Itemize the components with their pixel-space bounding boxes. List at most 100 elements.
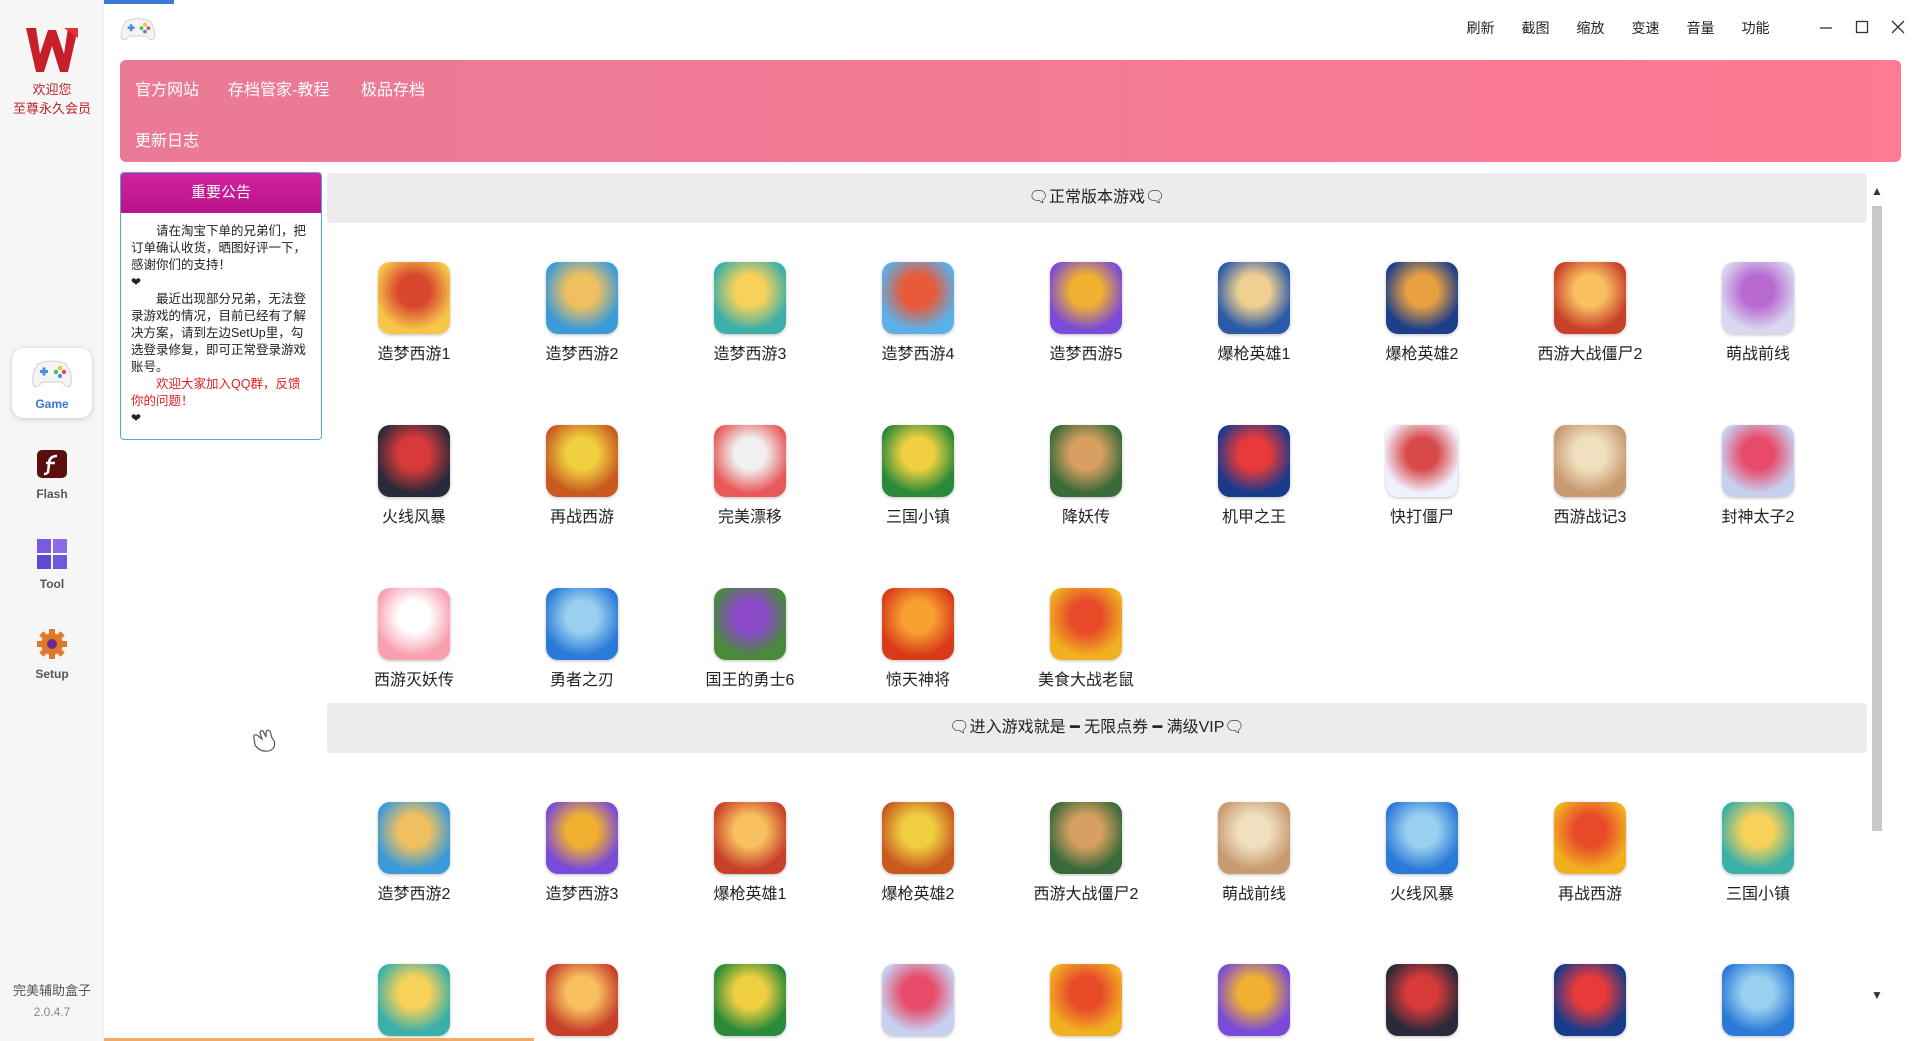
game-icon [882,588,954,660]
game-tile[interactable]: 爆枪英雄2 [1347,262,1497,364]
game-name: 造梦西游4 [881,346,955,363]
game-tile[interactable]: 萌战前线 [1683,262,1833,364]
game-tile[interactable] [507,964,657,1036]
game-tile[interactable] [1179,964,1329,1036]
game-tile[interactable]: 造梦西游1 [339,262,489,364]
game-icon [546,588,618,660]
hand-cursor-icon [253,729,276,752]
game-icon [1554,425,1626,497]
game-name: 爆枪英雄1 [713,886,787,903]
nav-tool[interactable]: Tool [0,530,104,600]
game-tile[interactable]: 造梦西游2 [339,802,489,904]
game-icon [378,425,450,497]
scrollbar-thumb[interactable] [1872,206,1882,831]
game-tile[interactable]: 爆枪英雄2 [843,802,993,904]
game-tile[interactable]: 爆枪英雄1 [675,802,825,904]
premium-saves-link[interactable]: 极品存档 [361,76,425,100]
game-icon [882,802,954,874]
welcome-text: 欢迎您 至尊永久会员 [0,80,104,118]
announcement-paragraph: 请在淘宝下单的兄弟们，把订单确认收货，晒图好评一下，感谢你们的支持！ [131,224,307,272]
game-tile[interactable] [843,964,993,1036]
game-tile[interactable]: 快打僵尸 [1347,425,1497,527]
game-icon [1218,964,1290,1036]
game-tile[interactable]: 机甲之王 [1179,425,1329,527]
app-logo [26,28,78,72]
game-tile[interactable]: 三国小镇 [1683,802,1833,904]
app-version: 2.0.4.7 [33,1005,71,1019]
changelog-link[interactable]: 更新日志 [135,127,199,151]
game-tile[interactable]: 造梦西游3 [675,262,825,364]
left-sidebar: 欢迎您 至尊永久会员 Game Flash Tool Setup 完美辅助盒子 … [0,0,104,1041]
game-tile[interactable]: 惊天神将 [843,588,993,690]
scroll-up-icon[interactable]: ▲ [1869,184,1885,200]
nav-game[interactable]: Game [0,348,104,418]
flash-icon [37,450,67,478]
game-tile[interactable]: 西游战记3 [1515,425,1665,527]
game-tile[interactable] [1683,964,1833,1036]
screenshot-button[interactable]: 截图 [1508,18,1563,38]
game-tile[interactable]: 降妖传 [1011,425,1161,527]
game-name: 快打僵尸 [1389,509,1454,526]
game-tile[interactable]: 造梦西游3 [507,802,657,904]
nav-setup[interactable]: Setup [0,620,104,690]
game-tile[interactable] [1347,964,1497,1036]
save-manager-tutorial-link[interactable]: 存档管家-教程 [228,76,329,100]
game-name: 完美漂移 [717,509,782,526]
game-tile[interactable] [675,964,825,1036]
game-tile[interactable] [1515,964,1665,1036]
refresh-button[interactable]: 刷新 [1453,18,1508,38]
game-tile[interactable]: 萌战前线 [1179,802,1329,904]
game-tile[interactable]: 造梦西游4 [843,262,993,364]
toolbar: 刷新 截图 缩放 变速 音量 功能 [1453,18,1783,38]
game-tile[interactable]: 西游灭妖传 [339,588,489,690]
zoom-button[interactable]: 缩放 [1563,18,1618,38]
game-icon [546,262,618,334]
nav-flash[interactable]: Flash [0,440,104,510]
game-tile[interactable]: 爆枪英雄1 [1179,262,1329,364]
game-tile[interactable]: 勇者之刃 [507,588,657,690]
game-icon [546,964,618,1036]
section-title: 进入游戏就是 ━ 无限点券 ━ 满级VIP [969,719,1225,736]
game-name: 惊天神将 [885,672,950,689]
game-icon [546,802,618,874]
game-tile[interactable]: 造梦西游5 [1011,262,1161,364]
official-site-link[interactable]: 官方网站 [135,76,199,100]
gamepad-icon[interactable] [118,16,158,42]
game-tile[interactable]: 再战西游 [1515,802,1665,904]
nav-label: Flash [36,487,68,501]
scrollbar[interactable]: ▲ ▼ [1868,176,1884,1014]
minimize-button[interactable] [1811,14,1841,40]
nav-label: Game [35,397,69,411]
game-tile[interactable]: 西游大战僵尸2 [1515,262,1665,364]
top-banner: 官方网站 存档管家-教程 极品存档 更新日志 [120,60,1901,162]
game-name: 西游灭妖传 [373,672,454,689]
game-icon [546,425,618,497]
game-icon [882,964,954,1036]
game-tile[interactable]: 封神太子2 [1683,425,1833,527]
game-tile[interactable]: 国王的勇士6 [675,588,825,690]
game-icon [1386,262,1458,334]
game-icon [1722,425,1794,497]
welcome-line: 欢迎您 [32,82,72,97]
game-tile[interactable]: 三国小镇 [843,425,993,527]
close-button[interactable] [1883,14,1913,40]
game-icon [714,425,786,497]
volume-button[interactable]: 音量 [1673,18,1728,38]
speed-button[interactable]: 变速 [1618,18,1673,38]
game-tile[interactable]: 美食大战老鼠 [1011,588,1161,690]
functions-button[interactable]: 功能 [1728,18,1783,38]
game-tile[interactable] [339,964,489,1036]
game-name: 造梦西游3 [713,346,787,363]
game-tile[interactable]: 火线风暴 [339,425,489,527]
game-tile[interactable] [1011,964,1161,1036]
game-tile[interactable]: 西游大战僵尸2 [1011,802,1161,904]
game-name: 火线风暴 [1389,886,1454,903]
game-tile[interactable]: 完美漂移 [675,425,825,527]
maximize-button[interactable] [1847,14,1877,40]
game-tile[interactable]: 火线风暴 [1347,802,1497,904]
game-name: 造梦西游1 [377,346,451,363]
game-name: 造梦西游2 [377,886,451,903]
game-tile[interactable]: 再战西游 [507,425,657,527]
game-tile[interactable]: 造梦西游2 [507,262,657,364]
scroll-down-icon[interactable]: ▼ [1869,988,1885,1004]
